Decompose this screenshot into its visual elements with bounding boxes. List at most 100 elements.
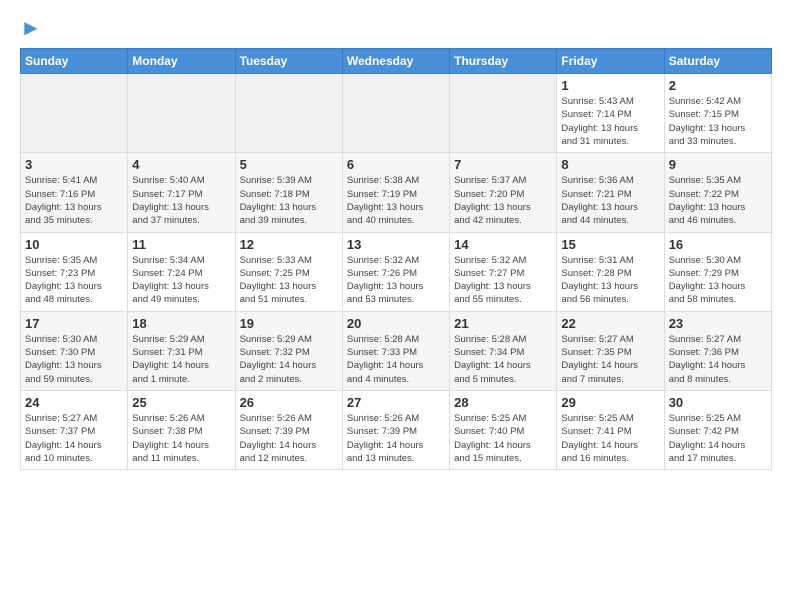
calendar-cell: 24 Sunrise: 5:27 AM Sunset: 7:37 PM Dayli… <box>21 390 128 469</box>
day-number: 30 <box>669 395 767 410</box>
day-number: 8 <box>561 157 659 172</box>
calendar-cell: 1 Sunrise: 5:43 AM Sunset: 7:14 PM Daylig… <box>557 74 664 153</box>
day-number: 26 <box>240 395 338 410</box>
weekday-header-monday: Monday <box>128 49 235 74</box>
weekday-header-sunday: Sunday <box>21 49 128 74</box>
day-info: Sunrise: 5:26 AM Sunset: 7:39 PM Dayligh… <box>347 412 445 465</box>
calendar-cell: 9 Sunrise: 5:35 AM Sunset: 7:22 PM Daylig… <box>664 153 771 232</box>
calendar-week-row: 3 Sunrise: 5:41 AM Sunset: 7:16 PM Daylig… <box>21 153 772 232</box>
weekday-header-thursday: Thursday <box>450 49 557 74</box>
calendar-cell: 29 Sunrise: 5:25 AM Sunset: 7:41 PM Dayli… <box>557 390 664 469</box>
calendar-cell: 4Sunrise: 5:40 AM Sunset: 7:17 PM Daylig… <box>128 153 235 232</box>
day-number: 15 <box>561 237 659 252</box>
day-info: Sunrise: 5:30 AM Sunset: 7:30 PM Dayligh… <box>25 333 123 386</box>
day-info: Sunrise: 5:25 AM Sunset: 7:41 PM Dayligh… <box>561 412 659 465</box>
day-number: 17 <box>25 316 123 331</box>
weekday-header-tuesday: Tuesday <box>235 49 342 74</box>
calendar-cell: 14 Sunrise: 5:32 AM Sunset: 7:27 PM Dayli… <box>450 232 557 311</box>
day-number: 25 <box>132 395 230 410</box>
day-number: 2 <box>669 78 767 93</box>
day-number: 5 <box>240 157 338 172</box>
day-number: 3 <box>25 157 123 172</box>
day-info: Sunrise: 5:32 AM Sunset: 7:26 PM Dayligh… <box>347 254 445 307</box>
day-info: Sunrise: 5:34 AM Sunset: 7:24 PM Dayligh… <box>132 254 230 307</box>
weekday-header-row: SundayMondayTuesdayWednesdayThursdayFrid… <box>21 49 772 74</box>
day-info: Sunrise: 5:31 AM Sunset: 7:28 PM Dayligh… <box>561 254 659 307</box>
calendar-cell: 11 Sunrise: 5:34 AM Sunset: 7:24 PM Dayli… <box>128 232 235 311</box>
calendar-cell: 25 Sunrise: 5:26 AM Sunset: 7:38 PM Dayli… <box>128 390 235 469</box>
day-number: 21 <box>454 316 552 331</box>
day-info: Sunrise: 5:35 AM Sunset: 7:22 PM Dayligh… <box>669 174 767 227</box>
day-info: Sunrise: 5:25 AM Sunset: 7:42 PM Dayligh… <box>669 412 767 465</box>
day-info: Sunrise: 5:29 AM Sunset: 7:31 PM Dayligh… <box>132 333 230 386</box>
calendar-cell: 23 Sunrise: 5:27 AM Sunset: 7:36 PM Dayli… <box>664 311 771 390</box>
day-info: Sunrise: 5:30 AM Sunset: 7:29 PM Dayligh… <box>669 254 767 307</box>
calendar-cell: 8 Sunrise: 5:36 AM Sunset: 7:21 PM Daylig… <box>557 153 664 232</box>
calendar-cell: 26 Sunrise: 5:26 AM Sunset: 7:39 PM Dayli… <box>235 390 342 469</box>
day-number: 1 <box>561 78 659 93</box>
day-number: 18 <box>132 316 230 331</box>
day-info: Sunrise: 5:38 AM Sunset: 7:19 PM Dayligh… <box>347 174 445 227</box>
calendar-cell: 27 Sunrise: 5:26 AM Sunset: 7:39 PM Dayli… <box>342 390 449 469</box>
day-number: 14 <box>454 237 552 252</box>
day-info: Sunrise: 5:32 AM Sunset: 7:27 PM Dayligh… <box>454 254 552 307</box>
day-info: Sunrise: 5:41 AM Sunset: 7:16 PM Dayligh… <box>25 174 123 227</box>
calendar-week-row: 10 Sunrise: 5:35 AM Sunset: 7:23 PM Dayli… <box>21 232 772 311</box>
day-info: Sunrise: 5:25 AM Sunset: 7:40 PM Dayligh… <box>454 412 552 465</box>
day-info: Sunrise: 5:39 AM Sunset: 7:18 PM Dayligh… <box>240 174 338 227</box>
calendar-cell: 15 Sunrise: 5:31 AM Sunset: 7:28 PM Dayli… <box>557 232 664 311</box>
calendar-table: SundayMondayTuesdayWednesdayThursdayFrid… <box>20 48 772 470</box>
day-number: 16 <box>669 237 767 252</box>
header: ► <box>20 16 772 40</box>
day-info: Sunrise: 5:36 AM Sunset: 7:21 PM Dayligh… <box>561 174 659 227</box>
calendar-cell <box>21 74 128 153</box>
day-info: Sunrise: 5:29 AM Sunset: 7:32 PM Dayligh… <box>240 333 338 386</box>
calendar-cell: 10 Sunrise: 5:35 AM Sunset: 7:23 PM Dayli… <box>21 232 128 311</box>
day-info: Sunrise: 5:27 AM Sunset: 7:37 PM Dayligh… <box>25 412 123 465</box>
calendar-cell: 17 Sunrise: 5:30 AM Sunset: 7:30 PM Dayli… <box>21 311 128 390</box>
day-number: 7 <box>454 157 552 172</box>
day-number: 23 <box>669 316 767 331</box>
day-number: 11 <box>132 237 230 252</box>
day-info: Sunrise: 5:28 AM Sunset: 7:34 PM Dayligh… <box>454 333 552 386</box>
day-number: 29 <box>561 395 659 410</box>
day-info: Sunrise: 5:27 AM Sunset: 7:35 PM Dayligh… <box>561 333 659 386</box>
calendar-cell <box>235 74 342 153</box>
calendar-cell: 20Sunrise: 5:28 AM Sunset: 7:33 PM Dayli… <box>342 311 449 390</box>
calendar-cell: 16 Sunrise: 5:30 AM Sunset: 7:29 PM Dayli… <box>664 232 771 311</box>
calendar-cell: 22 Sunrise: 5:27 AM Sunset: 7:35 PM Dayli… <box>557 311 664 390</box>
logo-block: ► <box>20 16 42 40</box>
day-number: 27 <box>347 395 445 410</box>
weekday-header-wednesday: Wednesday <box>342 49 449 74</box>
logo-line1: ► <box>20 16 42 40</box>
day-number: 6 <box>347 157 445 172</box>
day-info: Sunrise: 5:28 AM Sunset: 7:33 PM Dayligh… <box>347 333 445 386</box>
weekday-header-friday: Friday <box>557 49 664 74</box>
calendar-cell: 3 Sunrise: 5:41 AM Sunset: 7:16 PM Daylig… <box>21 153 128 232</box>
day-number: 28 <box>454 395 552 410</box>
day-info: Sunrise: 5:43 AM Sunset: 7:14 PM Dayligh… <box>561 95 659 148</box>
day-info: Sunrise: 5:37 AM Sunset: 7:20 PM Dayligh… <box>454 174 552 227</box>
calendar-container: ► SundayMondayTuesdayWednesdayThursdayFr… <box>0 0 792 486</box>
day-number: 24 <box>25 395 123 410</box>
calendar-cell: 18 Sunrise: 5:29 AM Sunset: 7:31 PM Dayli… <box>128 311 235 390</box>
calendar-week-row: 24 Sunrise: 5:27 AM Sunset: 7:37 PM Dayli… <box>21 390 772 469</box>
day-info: Sunrise: 5:26 AM Sunset: 7:38 PM Dayligh… <box>132 412 230 465</box>
logo: ► <box>20 16 42 40</box>
calendar-cell: 5 Sunrise: 5:39 AM Sunset: 7:18 PM Daylig… <box>235 153 342 232</box>
day-number: 13 <box>347 237 445 252</box>
calendar-cell: 7 Sunrise: 5:37 AM Sunset: 7:20 PM Daylig… <box>450 153 557 232</box>
calendar-cell: 13 Sunrise: 5:32 AM Sunset: 7:26 PM Dayli… <box>342 232 449 311</box>
calendar-cell: 28 Sunrise: 5:25 AM Sunset: 7:40 PM Dayli… <box>450 390 557 469</box>
calendar-week-row: 1 Sunrise: 5:43 AM Sunset: 7:14 PM Daylig… <box>21 74 772 153</box>
day-number: 10 <box>25 237 123 252</box>
day-number: 22 <box>561 316 659 331</box>
calendar-cell <box>342 74 449 153</box>
day-info: Sunrise: 5:35 AM Sunset: 7:23 PM Dayligh… <box>25 254 123 307</box>
day-info: Sunrise: 5:33 AM Sunset: 7:25 PM Dayligh… <box>240 254 338 307</box>
day-number: 12 <box>240 237 338 252</box>
calendar-cell: 21 Sunrise: 5:28 AM Sunset: 7:34 PM Dayli… <box>450 311 557 390</box>
day-info: Sunrise: 5:27 AM Sunset: 7:36 PM Dayligh… <box>669 333 767 386</box>
day-number: 9 <box>669 157 767 172</box>
day-info: Sunrise: 5:26 AM Sunset: 7:39 PM Dayligh… <box>240 412 338 465</box>
